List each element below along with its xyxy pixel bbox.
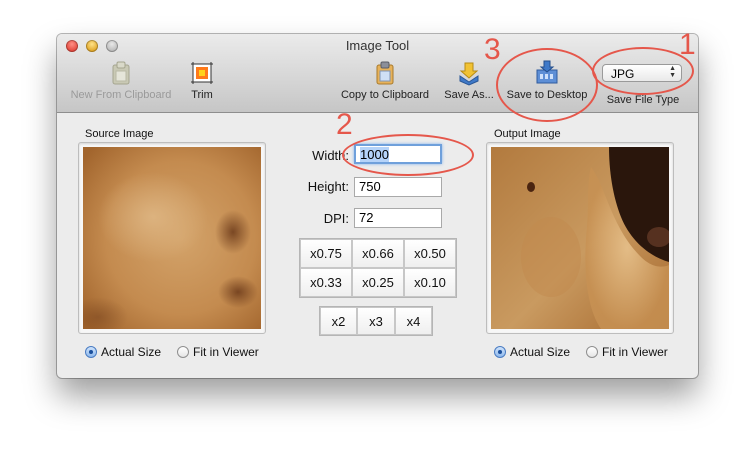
- source-fit-in-viewer-label: Fit in Viewer: [193, 345, 259, 359]
- save-as-label: Save As...: [444, 89, 494, 101]
- source-image-label: Source Image: [85, 128, 154, 140]
- annotation-ellipse-2: [342, 134, 474, 176]
- output-image-well: [486, 142, 674, 334]
- output-image-label: Output Image: [494, 128, 561, 140]
- new-from-clipboard-button[interactable]: New From Clipboard: [65, 60, 177, 101]
- scale-x3-button[interactable]: x3: [357, 307, 395, 335]
- dpi-value: 72: [359, 210, 374, 225]
- width-label: Width:: [312, 148, 349, 163]
- trim-label: Trim: [191, 89, 213, 101]
- source-actual-size-radio[interactable]: [85, 346, 97, 358]
- output-actual-size-radio[interactable]: [494, 346, 506, 358]
- source-actual-size-label: Actual Size: [101, 345, 162, 359]
- source-image: [83, 147, 261, 329]
- height-label: Height:: [307, 179, 349, 194]
- height-field[interactable]: 750: [354, 177, 442, 197]
- output-actual-size-label: Actual Size: [510, 345, 571, 359]
- annotation-ellipse-1: [592, 47, 694, 95]
- dpi-field[interactable]: 72: [354, 208, 442, 228]
- scale-0-33-button[interactable]: x0.33: [300, 268, 352, 297]
- save-as-icon: [459, 62, 479, 86]
- dpi-label: DPI:: [323, 211, 349, 226]
- scale-0-75-button[interactable]: x0.75: [300, 239, 352, 268]
- scale-0-66-button[interactable]: x0.66: [352, 239, 404, 268]
- annotation-ellipse-3: [496, 48, 598, 122]
- window-title: Image Tool: [345, 38, 410, 53]
- copy-clipboard-icon: [376, 61, 394, 85]
- height-value: 750: [359, 179, 381, 194]
- trim-icon: [191, 62, 213, 84]
- scale-0-50-button[interactable]: x0.50: [404, 239, 456, 268]
- scale-0-25-button[interactable]: x0.25: [352, 268, 404, 297]
- copy-to-clipboard-label: Copy to Clipboard: [340, 89, 430, 101]
- trim-button[interactable]: Trim: [183, 60, 221, 101]
- new-from-clipboard-label: New From Clipboard: [70, 89, 172, 101]
- scale-x2-button[interactable]: x2: [320, 307, 357, 335]
- copy-to-clipboard-button[interactable]: Copy to Clipboard: [335, 60, 435, 101]
- output-image: [491, 147, 669, 329]
- scale-x4-button[interactable]: x4: [395, 307, 432, 335]
- save-file-type-label: Save File Type: [606, 94, 680, 106]
- output-view-options: Actual Size Fit in Viewer: [494, 345, 694, 360]
- output-fit-in-viewer-label: Fit in Viewer: [602, 345, 668, 359]
- source-view-options: Actual Size Fit in Viewer: [85, 345, 285, 360]
- annotation-number-3: 3: [484, 33, 501, 66]
- scale-down-grid: x0.75 x0.66 x0.50 x0.33 x0.25 x0.10: [299, 238, 457, 298]
- source-fit-in-viewer-radio[interactable]: [177, 346, 189, 358]
- scale-0-10-button[interactable]: x0.10: [404, 268, 456, 297]
- annotation-number-2: 2: [336, 108, 353, 141]
- save-file-type-caption: Save File Type: [597, 94, 689, 106]
- source-image-well: [78, 142, 266, 334]
- clipboard-icon: [112, 61, 130, 85]
- scale-up-grid: x2 x3 x4: [319, 306, 433, 336]
- output-fit-in-viewer-radio[interactable]: [586, 346, 598, 358]
